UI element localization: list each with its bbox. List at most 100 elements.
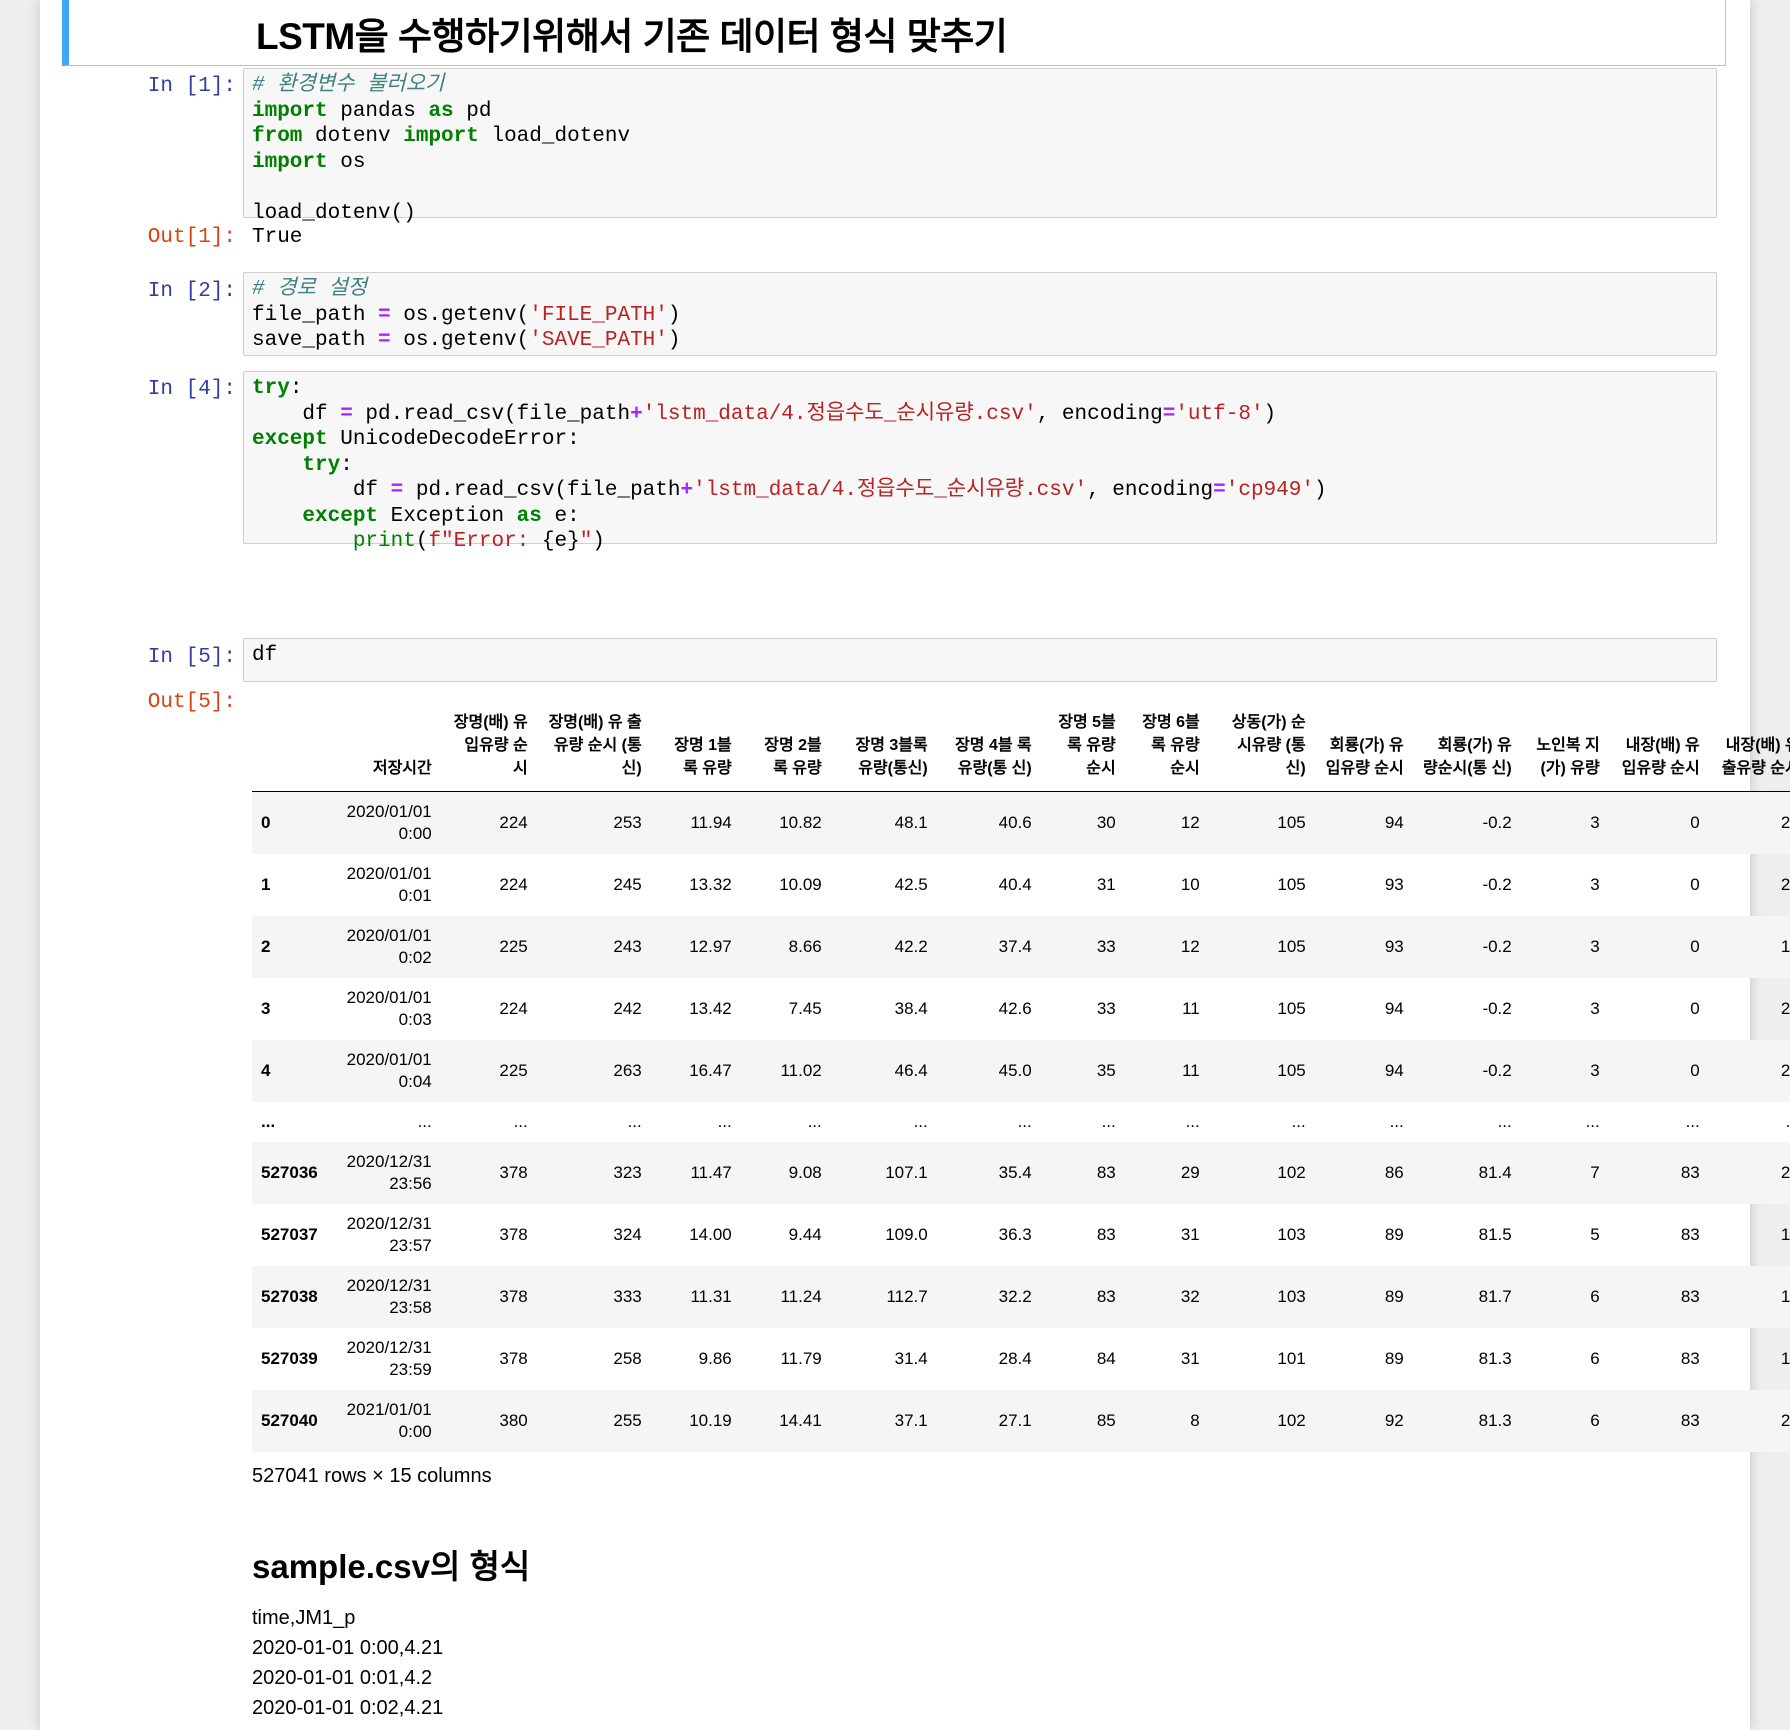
table-cell: 263 — [613, 1061, 642, 1080]
table-cell: 81.3 — [1478, 1411, 1512, 1430]
table-cell: 11 — [1182, 1061, 1200, 1080]
table-cell-time: 2020/01/01 0:01 — [346, 864, 432, 905]
table-cell: 105 — [1277, 1061, 1306, 1080]
markdown-heading: sample.csv의 형식 — [252, 1548, 531, 1585]
row-index: 0 — [261, 813, 271, 832]
row-index: 4 — [261, 1061, 271, 1080]
table-cell: 40.4 — [998, 875, 1032, 894]
notebook-container: LSTM을 수행하기위해서 기존 데이터 형식 맞추기 In [1]: # 환경… — [40, 0, 1790, 1730]
table-cell: 83 — [1680, 1287, 1700, 1306]
table-cell-time: 2020/12/31 23:56 — [346, 1152, 432, 1193]
table-cell: 31.4 — [894, 1349, 928, 1368]
table-cell: 105 — [1277, 875, 1306, 894]
code-keyword: except — [252, 428, 328, 451]
code-comment: # 환경변수 불러오기 — [252, 74, 445, 97]
table-row: 3 2020/01/01 0:03 224 242 13.42 7.45 38.4 42.6 3… — [252, 978, 1790, 1040]
table-cell: ... — [1291, 1112, 1306, 1131]
table-cell: 242 — [613, 999, 642, 1018]
table-header-cell: 장명 4블 록 유량(통 신) — [936, 690, 1041, 792]
code-token: ) — [1313, 479, 1327, 502]
code-string: 'SAVE_PATH' — [529, 329, 668, 352]
table-cell: 89 — [1384, 1287, 1404, 1306]
table-cell: 32 — [1180, 1287, 1200, 1306]
table-cell: ... — [717, 1112, 732, 1131]
table-cell: 255 — [613, 1411, 642, 1430]
table-cell: 8 — [1190, 1411, 1200, 1430]
code-cell-3[interactable]: try: df = pd.read_csv(file_path+'lstm_da… — [243, 371, 1717, 553]
code-keyword: import — [252, 99, 328, 123]
table-cell: 9.86 — [698, 1349, 732, 1368]
markdown-cell-selected[interactable]: LSTM을 수행하기위해서 기존 데이터 형식 맞추기 — [62, 0, 1726, 66]
table-cell: ... — [1185, 1112, 1200, 1131]
table-cell: 30 — [1096, 813, 1116, 832]
code-token: pd — [453, 99, 492, 123]
table-cell: 19 — [1780, 1225, 1790, 1244]
table-row: 1 2020/01/01 0:01 224 245 13.32 10.09 42.5 40.4… — [252, 854, 1790, 916]
table-header-row: 저장시간 장명(배) 유입유량 순시 장명(배) 유 출유량 순시 (통신) 장명 1… — [252, 690, 1790, 792]
code-string: 'lstm_data/4.정읍수도_순시유량.csv' — [693, 479, 1088, 502]
table-header-cell: 노인복 지(가) 유량 — [1520, 690, 1609, 792]
table-cell: 7.45 — [788, 999, 822, 1018]
code-editor[interactable]: df — [244, 639, 1716, 669]
table-cell: 225 — [499, 937, 528, 956]
row-index: 527039 — [261, 1349, 318, 1368]
table-cell: 103 — [1277, 1225, 1306, 1244]
code-token: os.getenv( — [390, 329, 530, 352]
table-header-cell: 장명 6블 록 유량 순시 — [1124, 690, 1209, 792]
code-cell-4[interactable]: df — [243, 638, 1717, 682]
code-keyword: except — [252, 504, 379, 528]
table-cell: 81.5 — [1478, 1225, 1512, 1244]
code-builtin: print — [352, 530, 416, 553]
table-cell: 225 — [499, 1061, 528, 1080]
table-cell: 11 — [1182, 999, 1200, 1018]
table-cell: ... — [1101, 1112, 1116, 1131]
table-cell: 85 — [1096, 1411, 1116, 1430]
table-cell: 0 — [1690, 937, 1700, 956]
table-cell: 6 — [1590, 1287, 1600, 1306]
code-token: , encoding — [1036, 402, 1163, 426]
table-cell: 31 — [1180, 1225, 1200, 1244]
table-header-cell: 장명 1블 록 유량 — [650, 690, 741, 792]
table-cell: 84 — [1096, 1349, 1116, 1368]
code-operator: = — [378, 303, 391, 327]
table-cell: 8.66 — [788, 937, 822, 956]
code-token: dotenv — [302, 125, 404, 148]
table-header-cell: 장명 3블록 유량(통신) — [830, 690, 937, 792]
table-cell: 0 — [1690, 813, 1700, 832]
code-editor[interactable]: try: df = pd.read_csv(file_path+'lstm_da… — [244, 372, 1716, 555]
table-cell: 10 — [1180, 875, 1200, 894]
table-cell: 323 — [613, 1163, 642, 1182]
code-operator: = — [390, 479, 404, 502]
table-cell: 38.4 — [894, 999, 928, 1018]
table-cell: 89 — [1384, 1225, 1404, 1244]
table-cell: 31 — [1180, 1349, 1200, 1368]
table-cell: 10.82 — [779, 813, 822, 832]
table-header-cell: 회룡(가) 유입유량 순시 — [1314, 690, 1413, 792]
row-index: 3 — [261, 999, 271, 1018]
code-operator: = — [1162, 402, 1176, 426]
code-comment: # 경로 설정 — [252, 278, 368, 301]
table-cell: 12 — [1180, 937, 1200, 956]
code-cell-2[interactable]: # 경로 설정 file_path = os.getenv('FILE_PATH… — [243, 272, 1717, 356]
code-token: os — [327, 150, 366, 174]
table-cell: 112.7 — [886, 1287, 928, 1306]
table-cell: -0.2 — [1482, 813, 1512, 832]
code-token: load_dotenv() — [252, 201, 416, 225]
code-token: df — [252, 479, 391, 502]
table-row: 527038 2020/12/31 23:58 378 333 11.31 11.24 11… — [252, 1266, 1790, 1328]
table-header-cell: 장명 2블 록 유량 — [740, 690, 831, 792]
table-cell-time: 2020/12/31 23:58 — [346, 1276, 432, 1317]
table-cell: 24 — [1780, 813, 1790, 832]
table-cell: 35.4 — [998, 1163, 1032, 1182]
code-editor[interactable]: # 경로 설정 file_path = os.getenv('FILE_PATH… — [244, 273, 1716, 354]
code-editor[interactable]: # 환경변수 불러오기 import pandas as pd from dot… — [244, 69, 1716, 226]
table-cell: 378 — [499, 1349, 528, 1368]
table-row: 0 2020/01/01 0:00 224 253 11.94 10.82 48.1 40.6… — [252, 791, 1790, 854]
table-header-cell: 장명(배) 유 출유량 순시 (통신) — [536, 690, 651, 792]
table-cell: 42.5 — [894, 875, 928, 894]
code-operator: = — [340, 402, 353, 426]
code-cell-1[interactable]: # 환경변수 불러오기 import pandas as pd from dot… — [243, 68, 1717, 225]
table-cell: 224 — [499, 875, 528, 894]
table-cell: 45.0 — [998, 1061, 1032, 1080]
table-cell: 81.4 — [1478, 1163, 1512, 1182]
